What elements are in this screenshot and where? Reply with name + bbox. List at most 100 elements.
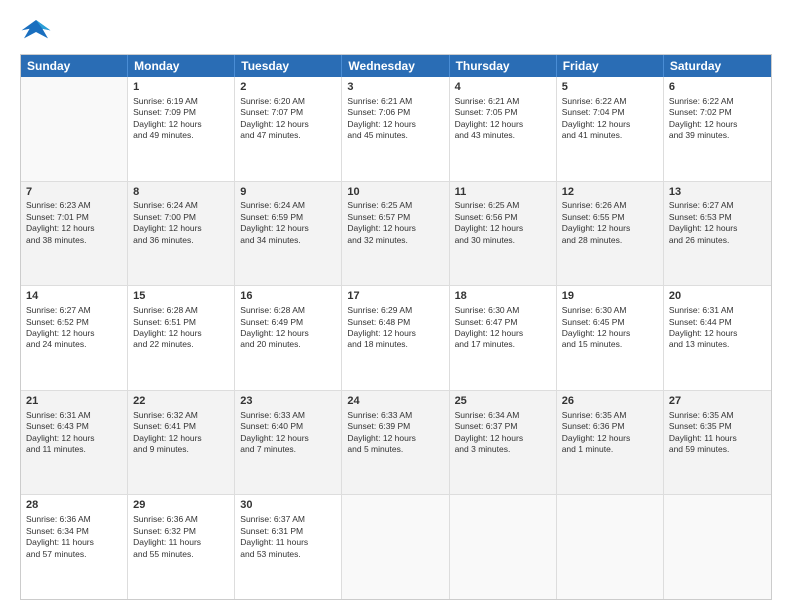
page: SundayMondayTuesdayWednesdayThursdayFrid… xyxy=(0,0,792,612)
day-info: Sunrise: 6:29 AM Sunset: 6:48 PM Dayligh… xyxy=(347,305,443,351)
day-number: 23 xyxy=(240,394,336,409)
header xyxy=(20,16,772,44)
calendar-cell: 13Sunrise: 6:27 AM Sunset: 6:53 PM Dayli… xyxy=(664,182,771,286)
calendar-cell xyxy=(342,495,449,599)
day-info: Sunrise: 6:25 AM Sunset: 6:56 PM Dayligh… xyxy=(455,200,551,246)
calendar-cell: 15Sunrise: 6:28 AM Sunset: 6:51 PM Dayli… xyxy=(128,286,235,390)
day-info: Sunrise: 6:22 AM Sunset: 7:02 PM Dayligh… xyxy=(669,96,766,142)
day-info: Sunrise: 6:20 AM Sunset: 7:07 PM Dayligh… xyxy=(240,96,336,142)
calendar-cell: 5Sunrise: 6:22 AM Sunset: 7:04 PM Daylig… xyxy=(557,77,664,181)
logo-bird-icon xyxy=(20,16,52,44)
calendar-cell: 30Sunrise: 6:37 AM Sunset: 6:31 PM Dayli… xyxy=(235,495,342,599)
calendar-cell: 21Sunrise: 6:31 AM Sunset: 6:43 PM Dayli… xyxy=(21,391,128,495)
day-info: Sunrise: 6:36 AM Sunset: 6:32 PM Dayligh… xyxy=(133,514,229,560)
calendar-cell: 6Sunrise: 6:22 AM Sunset: 7:02 PM Daylig… xyxy=(664,77,771,181)
day-number: 2 xyxy=(240,80,336,95)
day-number: 21 xyxy=(26,394,122,409)
calendar-row: 7Sunrise: 6:23 AM Sunset: 7:01 PM Daylig… xyxy=(21,182,771,287)
calendar-cell xyxy=(664,495,771,599)
day-number: 5 xyxy=(562,80,658,95)
day-info: Sunrise: 6:23 AM Sunset: 7:01 PM Dayligh… xyxy=(26,200,122,246)
weekday-header-monday: Monday xyxy=(128,55,235,77)
calendar-cell: 18Sunrise: 6:30 AM Sunset: 6:47 PM Dayli… xyxy=(450,286,557,390)
calendar-cell: 4Sunrise: 6:21 AM Sunset: 7:05 PM Daylig… xyxy=(450,77,557,181)
weekday-header-thursday: Thursday xyxy=(450,55,557,77)
day-number: 26 xyxy=(562,394,658,409)
day-number: 16 xyxy=(240,289,336,304)
day-number: 4 xyxy=(455,80,551,95)
day-info: Sunrise: 6:22 AM Sunset: 7:04 PM Dayligh… xyxy=(562,96,658,142)
day-number: 20 xyxy=(669,289,766,304)
day-number: 7 xyxy=(26,185,122,200)
calendar-cell: 10Sunrise: 6:25 AM Sunset: 6:57 PM Dayli… xyxy=(342,182,449,286)
calendar-header: SundayMondayTuesdayWednesdayThursdayFrid… xyxy=(21,55,771,77)
calendar-cell: 8Sunrise: 6:24 AM Sunset: 7:00 PM Daylig… xyxy=(128,182,235,286)
day-info: Sunrise: 6:21 AM Sunset: 7:05 PM Dayligh… xyxy=(455,96,551,142)
day-info: Sunrise: 6:26 AM Sunset: 6:55 PM Dayligh… xyxy=(562,200,658,246)
day-number: 1 xyxy=(133,80,229,95)
calendar-cell: 3Sunrise: 6:21 AM Sunset: 7:06 PM Daylig… xyxy=(342,77,449,181)
day-info: Sunrise: 6:33 AM Sunset: 6:40 PM Dayligh… xyxy=(240,410,336,456)
day-number: 30 xyxy=(240,498,336,513)
calendar-cell: 22Sunrise: 6:32 AM Sunset: 6:41 PM Dayli… xyxy=(128,391,235,495)
day-info: Sunrise: 6:27 AM Sunset: 6:53 PM Dayligh… xyxy=(669,200,766,246)
calendar-cell xyxy=(557,495,664,599)
day-info: Sunrise: 6:21 AM Sunset: 7:06 PM Dayligh… xyxy=(347,96,443,142)
day-number: 28 xyxy=(26,498,122,513)
day-info: Sunrise: 6:33 AM Sunset: 6:39 PM Dayligh… xyxy=(347,410,443,456)
calendar-cell: 24Sunrise: 6:33 AM Sunset: 6:39 PM Dayli… xyxy=(342,391,449,495)
day-info: Sunrise: 6:32 AM Sunset: 6:41 PM Dayligh… xyxy=(133,410,229,456)
weekday-header-tuesday: Tuesday xyxy=(235,55,342,77)
day-number: 10 xyxy=(347,185,443,200)
day-info: Sunrise: 6:25 AM Sunset: 6:57 PM Dayligh… xyxy=(347,200,443,246)
day-info: Sunrise: 6:27 AM Sunset: 6:52 PM Dayligh… xyxy=(26,305,122,351)
day-number: 29 xyxy=(133,498,229,513)
weekday-header-wednesday: Wednesday xyxy=(342,55,449,77)
day-info: Sunrise: 6:30 AM Sunset: 6:47 PM Dayligh… xyxy=(455,305,551,351)
calendar-row: 21Sunrise: 6:31 AM Sunset: 6:43 PM Dayli… xyxy=(21,391,771,496)
calendar-cell: 28Sunrise: 6:36 AM Sunset: 6:34 PM Dayli… xyxy=(21,495,128,599)
calendar-cell: 9Sunrise: 6:24 AM Sunset: 6:59 PM Daylig… xyxy=(235,182,342,286)
weekday-header-sunday: Sunday xyxy=(21,55,128,77)
day-number: 24 xyxy=(347,394,443,409)
day-info: Sunrise: 6:24 AM Sunset: 6:59 PM Dayligh… xyxy=(240,200,336,246)
day-info: Sunrise: 6:28 AM Sunset: 6:51 PM Dayligh… xyxy=(133,305,229,351)
day-info: Sunrise: 6:30 AM Sunset: 6:45 PM Dayligh… xyxy=(562,305,658,351)
day-info: Sunrise: 6:31 AM Sunset: 6:43 PM Dayligh… xyxy=(26,410,122,456)
calendar-cell: 29Sunrise: 6:36 AM Sunset: 6:32 PM Dayli… xyxy=(128,495,235,599)
weekday-header-saturday: Saturday xyxy=(664,55,771,77)
calendar-body: 1Sunrise: 6:19 AM Sunset: 7:09 PM Daylig… xyxy=(21,77,771,599)
day-info: Sunrise: 6:35 AM Sunset: 6:35 PM Dayligh… xyxy=(669,410,766,456)
day-number: 25 xyxy=(455,394,551,409)
day-info: Sunrise: 6:28 AM Sunset: 6:49 PM Dayligh… xyxy=(240,305,336,351)
calendar-cell: 2Sunrise: 6:20 AM Sunset: 7:07 PM Daylig… xyxy=(235,77,342,181)
day-number: 11 xyxy=(455,185,551,200)
day-number: 6 xyxy=(669,80,766,95)
calendar-cell: 1Sunrise: 6:19 AM Sunset: 7:09 PM Daylig… xyxy=(128,77,235,181)
calendar-cell xyxy=(450,495,557,599)
calendar-cell: 11Sunrise: 6:25 AM Sunset: 6:56 PM Dayli… xyxy=(450,182,557,286)
calendar-cell: 12Sunrise: 6:26 AM Sunset: 6:55 PM Dayli… xyxy=(557,182,664,286)
calendar-cell: 25Sunrise: 6:34 AM Sunset: 6:37 PM Dayli… xyxy=(450,391,557,495)
day-info: Sunrise: 6:31 AM Sunset: 6:44 PM Dayligh… xyxy=(669,305,766,351)
calendar: SundayMondayTuesdayWednesdayThursdayFrid… xyxy=(20,54,772,600)
day-info: Sunrise: 6:24 AM Sunset: 7:00 PM Dayligh… xyxy=(133,200,229,246)
day-number: 17 xyxy=(347,289,443,304)
calendar-row: 14Sunrise: 6:27 AM Sunset: 6:52 PM Dayli… xyxy=(21,286,771,391)
day-number: 9 xyxy=(240,185,336,200)
calendar-cell: 26Sunrise: 6:35 AM Sunset: 6:36 PM Dayli… xyxy=(557,391,664,495)
day-number: 14 xyxy=(26,289,122,304)
calendar-cell: 7Sunrise: 6:23 AM Sunset: 7:01 PM Daylig… xyxy=(21,182,128,286)
calendar-cell: 17Sunrise: 6:29 AM Sunset: 6:48 PM Dayli… xyxy=(342,286,449,390)
day-info: Sunrise: 6:19 AM Sunset: 7:09 PM Dayligh… xyxy=(133,96,229,142)
day-number: 15 xyxy=(133,289,229,304)
calendar-row: 28Sunrise: 6:36 AM Sunset: 6:34 PM Dayli… xyxy=(21,495,771,599)
calendar-cell xyxy=(21,77,128,181)
day-number: 22 xyxy=(133,394,229,409)
day-info: Sunrise: 6:37 AM Sunset: 6:31 PM Dayligh… xyxy=(240,514,336,560)
day-number: 18 xyxy=(455,289,551,304)
calendar-cell: 16Sunrise: 6:28 AM Sunset: 6:49 PM Dayli… xyxy=(235,286,342,390)
day-number: 19 xyxy=(562,289,658,304)
day-info: Sunrise: 6:34 AM Sunset: 6:37 PM Dayligh… xyxy=(455,410,551,456)
calendar-cell: 20Sunrise: 6:31 AM Sunset: 6:44 PM Dayli… xyxy=(664,286,771,390)
